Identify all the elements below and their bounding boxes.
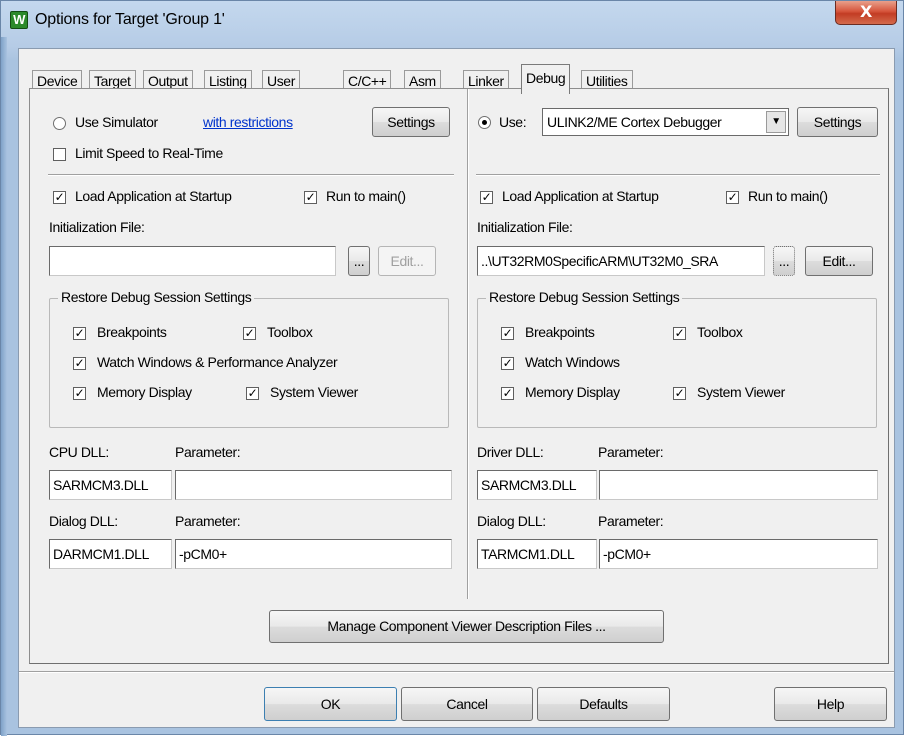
options-dialog: W Options for Target 'Group 1' X Device … <box>0 0 904 736</box>
tab-debug[interactable]: Debug <box>521 64 571 94</box>
right-edit-button[interactable]: Edit... <box>805 246 873 276</box>
right-browse-button[interactable]: ... <box>773 246 795 276</box>
limit-speed-label: Limit Speed to Real-Time <box>75 145 223 161</box>
left-watch-checkbox[interactable]: ✓ <box>73 357 86 370</box>
right-breakpoints-label: Breakpoints <box>525 324 595 340</box>
app-icon: W <box>10 11 28 29</box>
left-toolbox-checkbox[interactable]: ✓ <box>243 327 256 340</box>
left-browse-button[interactable]: ... <box>348 246 370 276</box>
cpu-dll-label: CPU DLL: <box>49 444 109 460</box>
chevron-down-icon[interactable]: ▼ <box>766 111 786 133</box>
cpu-param-input[interactable] <box>175 470 452 500</box>
driver-dll-input[interactable]: SARMCM3.DLL <box>477 470 597 500</box>
footer-separator <box>19 671 894 673</box>
left-memory-checkbox[interactable]: ✓ <box>73 387 86 400</box>
right-dialog-dll-label: Dialog DLL: <box>477 513 546 529</box>
left-breakpoints-label: Breakpoints <box>97 324 167 340</box>
cpu-param-label: Parameter: <box>175 444 241 460</box>
left-run-to-main-checkbox[interactable]: ✓ <box>304 191 317 204</box>
help-button[interactable]: Help <box>774 687 887 721</box>
left-restore-title: Restore Debug Session Settings <box>58 289 255 305</box>
with-restrictions-link[interactable]: with restrictions <box>203 114 293 130</box>
right-load-app-label: Load Application at Startup <box>502 188 659 204</box>
left-init-file-input[interactable] <box>49 246 336 276</box>
left-load-app-label: Load Application at Startup <box>75 188 232 204</box>
left-memory-label: Memory Display <box>97 384 192 400</box>
left-system-viewer-checkbox[interactable]: ✓ <box>246 387 259 400</box>
dialog-client-area: Device Target Output Listing User C/C++ … <box>18 48 895 728</box>
debugger-settings-button[interactable]: Settings <box>797 107 878 137</box>
use-debugger-label[interactable]: Use: <box>499 114 527 130</box>
close-button[interactable]: X <box>835 1 897 25</box>
right-dialog-param-label: Parameter: <box>598 513 664 529</box>
right-init-file-input[interactable]: ..\UT32RM0SpecificARM\UT32M0_SRA <box>477 246 765 276</box>
ok-button[interactable]: OK <box>264 687 397 721</box>
left-init-file-label: Initialization File: <box>49 219 145 235</box>
left-toolbox-label: Toolbox <box>267 324 313 340</box>
right-dialog-param-input[interactable]: -pCM0+ <box>599 539 878 569</box>
right-memory-checkbox[interactable]: ✓ <box>501 387 514 400</box>
left-breakpoints-checkbox[interactable]: ✓ <box>73 327 86 340</box>
use-debugger-radio[interactable] <box>478 116 491 129</box>
cancel-button[interactable]: Cancel <box>401 687 533 721</box>
left-dialog-param-label: Parameter: <box>175 513 241 529</box>
limit-speed-checkbox[interactable] <box>53 148 66 161</box>
driver-dll-label: Driver DLL: <box>477 444 544 460</box>
column-divider <box>467 89 469 599</box>
left-watch-label: Watch Windows & Performance Analyzer <box>97 354 338 370</box>
window-edge <box>1 37 7 736</box>
left-dialog-dll-input[interactable]: DARMCM1.DLL <box>49 539 172 569</box>
left-divider <box>48 174 454 176</box>
debug-panel: Use Simulator with restrictions Settings… <box>29 88 889 664</box>
debugger-select[interactable]: ULINK2/ME Cortex Debugger ▼ <box>542 108 789 136</box>
right-toolbox-label: Toolbox <box>697 324 743 340</box>
window-title: Options for Target 'Group 1' <box>35 11 225 28</box>
right-system-viewer-checkbox[interactable]: ✓ <box>673 387 686 400</box>
right-restore-title: Restore Debug Session Settings <box>486 289 683 305</box>
left-load-app-checkbox[interactable]: ✓ <box>53 191 66 204</box>
right-breakpoints-checkbox[interactable]: ✓ <box>501 327 514 340</box>
left-system-viewer-label: System Viewer <box>270 384 358 400</box>
right-init-file-label: Initialization File: <box>477 219 573 235</box>
left-dialog-dll-label: Dialog DLL: <box>49 513 118 529</box>
title-bar[interactable]: W Options for Target 'Group 1' X <box>1 1 904 37</box>
right-divider <box>476 174 880 176</box>
cpu-dll-input[interactable]: SARMCM3.DLL <box>49 470 172 500</box>
right-dialog-dll-input[interactable]: TARMCM1.DLL <box>477 539 597 569</box>
right-run-to-main-label: Run to main() <box>748 188 828 204</box>
use-simulator-radio[interactable] <box>53 117 66 130</box>
simulator-settings-button[interactable]: Settings <box>372 107 450 137</box>
debugger-select-value: ULINK2/ME Cortex Debugger <box>547 114 722 130</box>
left-edit-button[interactable]: Edit... <box>378 246 436 276</box>
right-memory-label: Memory Display <box>525 384 620 400</box>
right-system-viewer-label: System Viewer <box>697 384 785 400</box>
right-watch-label: Watch Windows <box>525 354 620 370</box>
right-watch-checkbox[interactable]: ✓ <box>501 357 514 370</box>
right-toolbox-checkbox[interactable]: ✓ <box>673 327 686 340</box>
use-simulator-label[interactable]: Use Simulator <box>75 114 158 130</box>
manage-component-viewer-button[interactable]: Manage Component Viewer Description File… <box>269 610 664 643</box>
driver-param-label: Parameter: <box>598 444 664 460</box>
left-run-to-main-label: Run to main() <box>326 188 406 204</box>
driver-param-input[interactable] <box>599 470 878 500</box>
defaults-button[interactable]: Defaults <box>537 687 670 721</box>
right-run-to-main-checkbox[interactable]: ✓ <box>726 191 739 204</box>
left-dialog-param-input[interactable]: -pCM0+ <box>175 539 452 569</box>
right-load-app-checkbox[interactable]: ✓ <box>480 191 493 204</box>
